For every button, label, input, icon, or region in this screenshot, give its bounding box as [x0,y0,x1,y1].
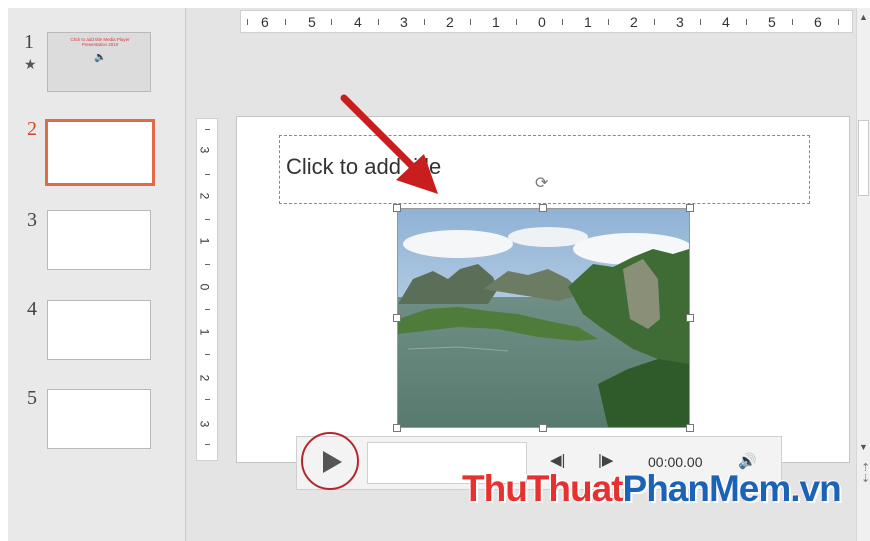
resize-handle[interactable] [686,424,694,432]
ruler-label: 1 [584,14,592,30]
speaker-icon: 🔈 [94,52,107,63]
resize-handle[interactable] [393,204,401,212]
ruler-label: 0 [538,14,546,30]
vertical-ruler[interactable]: 3 2 1 0 1 2 3 [196,118,218,461]
watermark-part2: PhanMem.vn [622,468,842,509]
slide-thumbnail-4[interactable] [47,300,151,360]
ruler-label: 3 [197,420,212,428]
slide-number-3: 3 [27,209,37,231]
ruler-label: 2 [197,192,212,200]
ruler-label: 2 [197,374,212,382]
video-poster-image [398,209,689,427]
animation-star-icon: ★ [24,56,37,72]
video-frame[interactable] [397,208,690,428]
scrollbar-thumb[interactable] [858,120,869,196]
resize-handle[interactable] [686,314,694,322]
play-icon [323,451,342,473]
ruler-label: 1 [197,237,212,245]
slide-number-5: 5 [27,387,37,409]
ruler-label: 4 [354,14,362,30]
resize-handle[interactable] [393,424,401,432]
previous-frame-icon[interactable]: ◀| [550,451,565,469]
ruler-label: 6 [261,14,269,30]
ruler-label: 0 [197,283,212,291]
rotate-handle-icon[interactable]: ⟳ [535,173,548,193]
slide-thumbnail-3[interactable] [47,210,151,270]
ruler-label: 6 [814,14,822,30]
ruler-label: 3 [400,14,408,30]
scroll-down-icon[interactable]: ▼ [857,442,870,460]
slide-thumbnail-5[interactable] [47,389,151,449]
resize-handle[interactable] [539,204,547,212]
slide-thumbnail-1[interactable]: Click to add title Media Player Presenta… [47,32,151,92]
resize-handle[interactable] [686,204,694,212]
ruler-label: 3 [676,14,684,30]
ruler-label: 2 [446,14,454,30]
watermark-logo: ThuThuatPhanMem.vn [462,468,842,510]
ruler-label: 3 [197,146,212,154]
slide1-mini-text: Click to add title Media Player Presenta… [70,37,130,47]
slide-thumbnail-2[interactable] [45,119,155,186]
horizontal-ruler[interactable]: 6 5 4 3 2 1 0 1 2 3 4 5 6 [240,10,853,33]
ruler-label: 5 [308,14,316,30]
annotation-arrow [340,94,438,194]
slide-number-2: 2 [27,118,37,140]
slide-number-1: 1 [24,31,34,53]
resize-handle[interactable] [393,314,401,322]
ruler-label: 1 [492,14,500,30]
ruler-label: 2 [630,14,638,30]
watermark-part1: ThuThuat [462,468,624,509]
scroll-up-icon[interactable]: ▲ [857,12,870,32]
slide-number-4: 4 [27,298,37,320]
resize-handle[interactable] [539,424,547,432]
ruler-label: 1 [197,328,212,336]
next-frame-icon[interactable]: |▶ [598,451,613,469]
ruler-label: 5 [768,14,776,30]
ruler-label: 4 [722,14,730,30]
prev-next-slide-icons[interactable]: ⇡ ⇣ [861,463,870,485]
play-button[interactable] [301,432,359,490]
